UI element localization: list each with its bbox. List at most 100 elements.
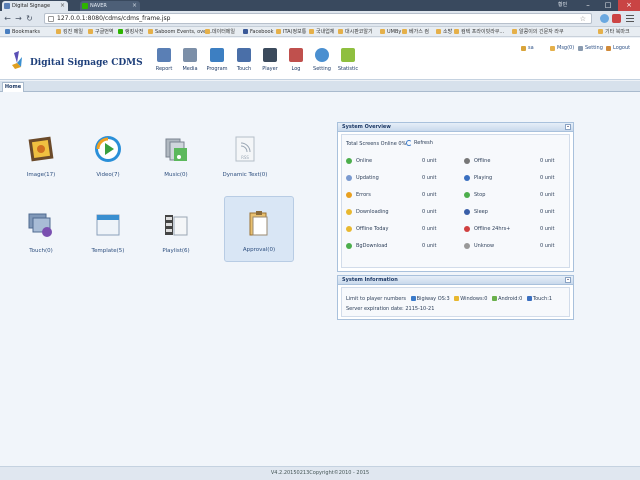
bookmark-item[interactable]: 컴텍 프라이빗라쿠... [454, 27, 504, 36]
nav-report[interactable]: Report [150, 48, 178, 72]
status-dot-icon [464, 192, 470, 198]
address-bar[interactable]: 127.0.0.1:8080/cdms/cdms_frame.jsp ☆ [44, 13, 592, 24]
bookmark-item[interactable]: 소방 [436, 27, 452, 36]
back-icon[interactable]: ← [3, 14, 12, 23]
refresh-button[interactable]: Refresh [406, 140, 433, 146]
setting-link[interactable]: Setting [578, 45, 603, 52]
browser-menu-icon[interactable] [625, 13, 635, 23]
folder-icon [454, 29, 459, 34]
platform-count: Windows:0 [460, 296, 488, 302]
tile-touch[interactable]: Touch(0) [6, 198, 76, 264]
tile-playlist[interactable]: Playlist(6) [141, 198, 211, 264]
status-row-offline: Offline 0 unit [464, 157, 564, 165]
browser-tab-naver[interactable]: NAVER × [80, 1, 140, 11]
logout-link[interactable]: Logout [606, 45, 630, 52]
nav-player[interactable]: Player [256, 48, 284, 72]
bookmark-item[interactable]: UMBy [380, 27, 401, 36]
maximize-icon[interactable]: □ [598, 0, 618, 11]
nav-label: Player [262, 66, 278, 72]
bookmark-item[interactable]: Saboom Events, over... [148, 27, 213, 36]
browser-tab-digital-signage[interactable]: Digital Signage × [2, 1, 68, 11]
status-label: BgDownload [356, 243, 388, 249]
nav-statistic[interactable]: Statistic [334, 48, 362, 72]
extension-icon[interactable] [600, 14, 609, 23]
status-label: Unknow [474, 243, 495, 249]
tile-dynamic-text[interactable]: RSS Dynamic Text(0) [210, 122, 280, 188]
tile-video[interactable]: Video(7) [73, 122, 143, 188]
status-row-playing: Playing 0 unit [464, 174, 564, 182]
user-link[interactable]: sa [521, 45, 534, 52]
extension-icon[interactable] [612, 14, 621, 23]
bookmarks-bar: Bookmarks 킹진 메일 구글번역 랭킹사전 Saboom Events,… [0, 27, 640, 37]
status-row-offline-24hrs-: Offline 24hrs+ 0 unit [464, 225, 564, 233]
footer-copyright: V4.2.20150213Copyright©2010 - 2015 [0, 466, 640, 480]
folder-icon [512, 29, 517, 34]
status-dot-icon [464, 158, 470, 164]
status-row-stop: Stop 0 unit [464, 191, 564, 199]
bookmark-item[interactable]: 대시판코알기 [338, 27, 373, 36]
tile-image[interactable]: Image(17) [6, 122, 76, 188]
bookmark-item[interactable]: 데이터메일 [205, 27, 235, 36]
status-row-updating: Updating 0 unit [346, 174, 446, 182]
bookmark-star-icon[interactable]: ☆ [580, 14, 586, 24]
folder-icon [436, 29, 441, 34]
reload-icon[interactable]: ↻ [25, 14, 34, 23]
nav-label: Media [182, 66, 198, 72]
tile-approval[interactable]: Approval(0) [224, 196, 294, 262]
forward-icon[interactable]: → [14, 14, 23, 23]
status-count: 0 unit [540, 175, 555, 181]
nav-log[interactable]: Log [282, 48, 310, 72]
refresh-icon [406, 140, 412, 146]
nav-program[interactable]: Program [203, 48, 231, 72]
collapse-icon[interactable]: – [565, 124, 571, 130]
status-label: Updating [356, 175, 379, 181]
tile-label: Dynamic Text(0) [222, 172, 268, 178]
nav-label: Report [155, 66, 173, 72]
status-label: Offline 24hrs+ [474, 226, 511, 232]
bookmark-item[interactable]: 국내업체 [309, 27, 334, 36]
close-window-icon[interactable]: × [618, 0, 640, 11]
tile-template[interactable]: Template(5) [73, 198, 143, 264]
close-tab-icon[interactable]: × [132, 1, 137, 11]
bookmark-item[interactable]: 베가스 컴 [402, 27, 429, 36]
bookmark-item[interactable]: 랭킹사전 [118, 27, 143, 36]
main-content: Image(17) Video(7) Music(0) RSS Dynamic … [0, 92, 640, 466]
nav-setting[interactable]: Setting [308, 48, 336, 72]
bookmark-item[interactable]: 구글번역 [88, 27, 113, 36]
bookmark-item[interactable]: 킹진 메일 [56, 27, 83, 36]
browser-tab-bar: Digital Signage × NAVER × 황민 – □ × [0, 0, 640, 11]
status-dot-icon [346, 192, 352, 198]
status-row-bgdownload: BgDownload 0 unit [346, 242, 446, 250]
rss-icon: RSS [235, 136, 255, 162]
status-label: Errors [356, 192, 371, 198]
messages-link[interactable]: Msg(0) [550, 45, 574, 52]
tile-music[interactable]: Music(0) [141, 122, 211, 188]
nav-media[interactable]: Media [176, 48, 204, 72]
bookmark-item[interactable]: ITA(정보통 [276, 27, 306, 36]
bookmark-item[interactable]: Bookmarks [5, 27, 40, 36]
minimize-icon[interactable]: – [578, 0, 598, 11]
folder-icon [380, 29, 385, 34]
information-body: Limit to player numbers Bigiway OS:3 Win… [341, 287, 570, 317]
tile-label: Touch(0) [29, 248, 53, 254]
bookmark-item[interactable]: Facebook [243, 27, 274, 36]
gear-icon [578, 46, 583, 51]
status-count: 0 unit [422, 158, 437, 164]
approval-icon [249, 211, 268, 236]
collapse-icon[interactable]: – [565, 277, 571, 283]
player-icon [263, 48, 277, 62]
facebook-icon [243, 29, 248, 34]
page-info-icon [48, 16, 54, 22]
status-count: 0 unit [540, 226, 555, 232]
nav-touch[interactable]: Touch [230, 48, 258, 72]
playlist-icon [165, 215, 188, 236]
tile-label: Approval(0) [242, 247, 276, 253]
bookmark-item[interactable]: 알콩이의 긴문자 라쿠 [512, 27, 564, 36]
bookmark-item[interactable]: 기타 북마크 [598, 27, 630, 36]
total-screens-online: Total Screens Online 0% [346, 141, 407, 147]
folder-icon [56, 29, 61, 34]
tab-home[interactable]: Home [2, 82, 24, 92]
close-tab-icon[interactable]: × [60, 1, 65, 11]
nav-label: Log [291, 66, 301, 72]
system-information-panel: System Information – Limit to player num… [337, 275, 574, 320]
